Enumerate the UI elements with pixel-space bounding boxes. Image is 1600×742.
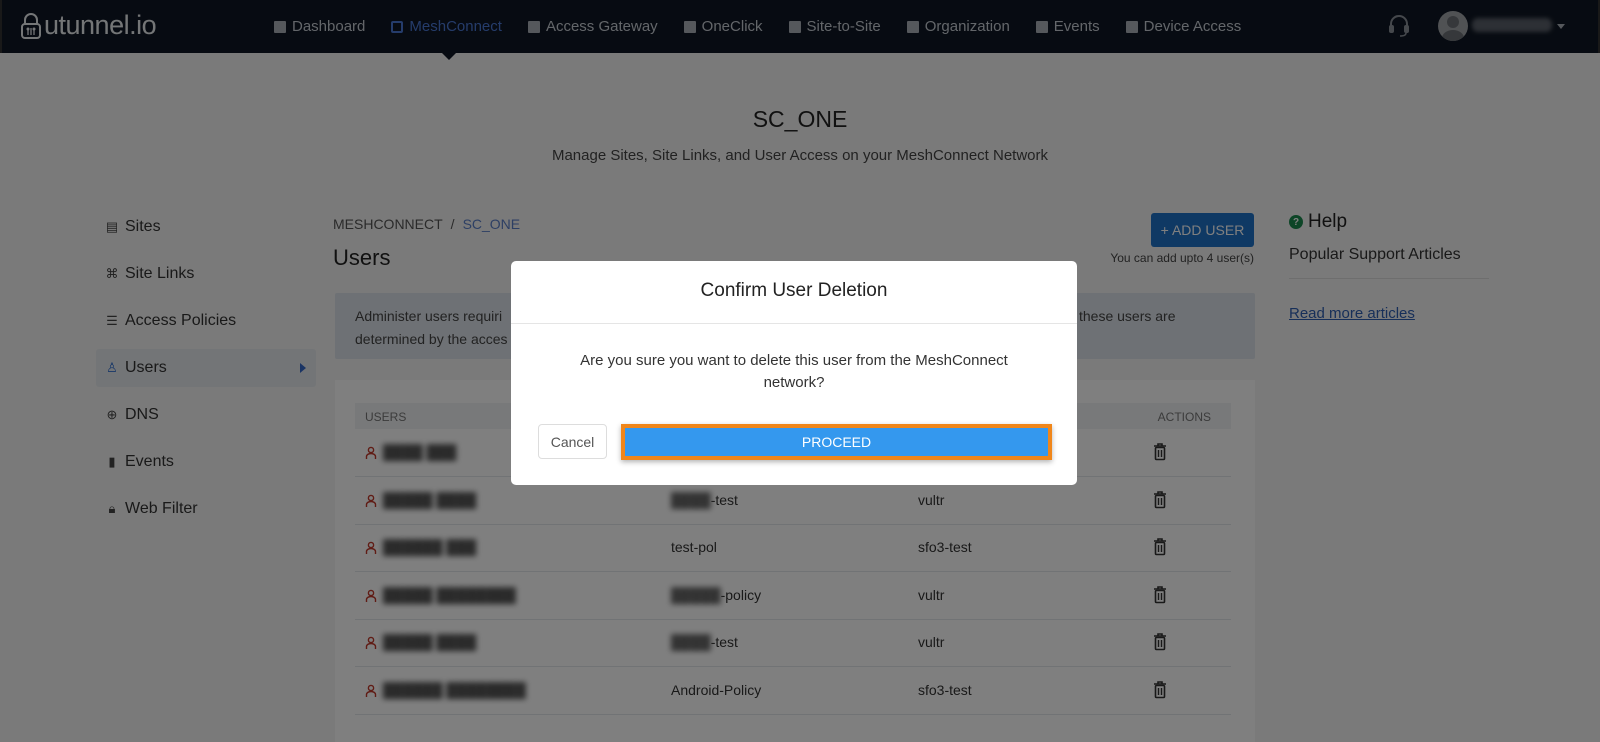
proceed-button[interactable]: PROCEED xyxy=(621,424,1052,460)
dialog-message: Are you sure you want to delete this use… xyxy=(580,352,1008,391)
cancel-button[interactable]: Cancel xyxy=(538,424,607,459)
confirm-delete-dialog: Confirm User Deletion Are you sure you w… xyxy=(511,261,1077,485)
dialog-title: Confirm User Deletion xyxy=(511,261,1077,324)
